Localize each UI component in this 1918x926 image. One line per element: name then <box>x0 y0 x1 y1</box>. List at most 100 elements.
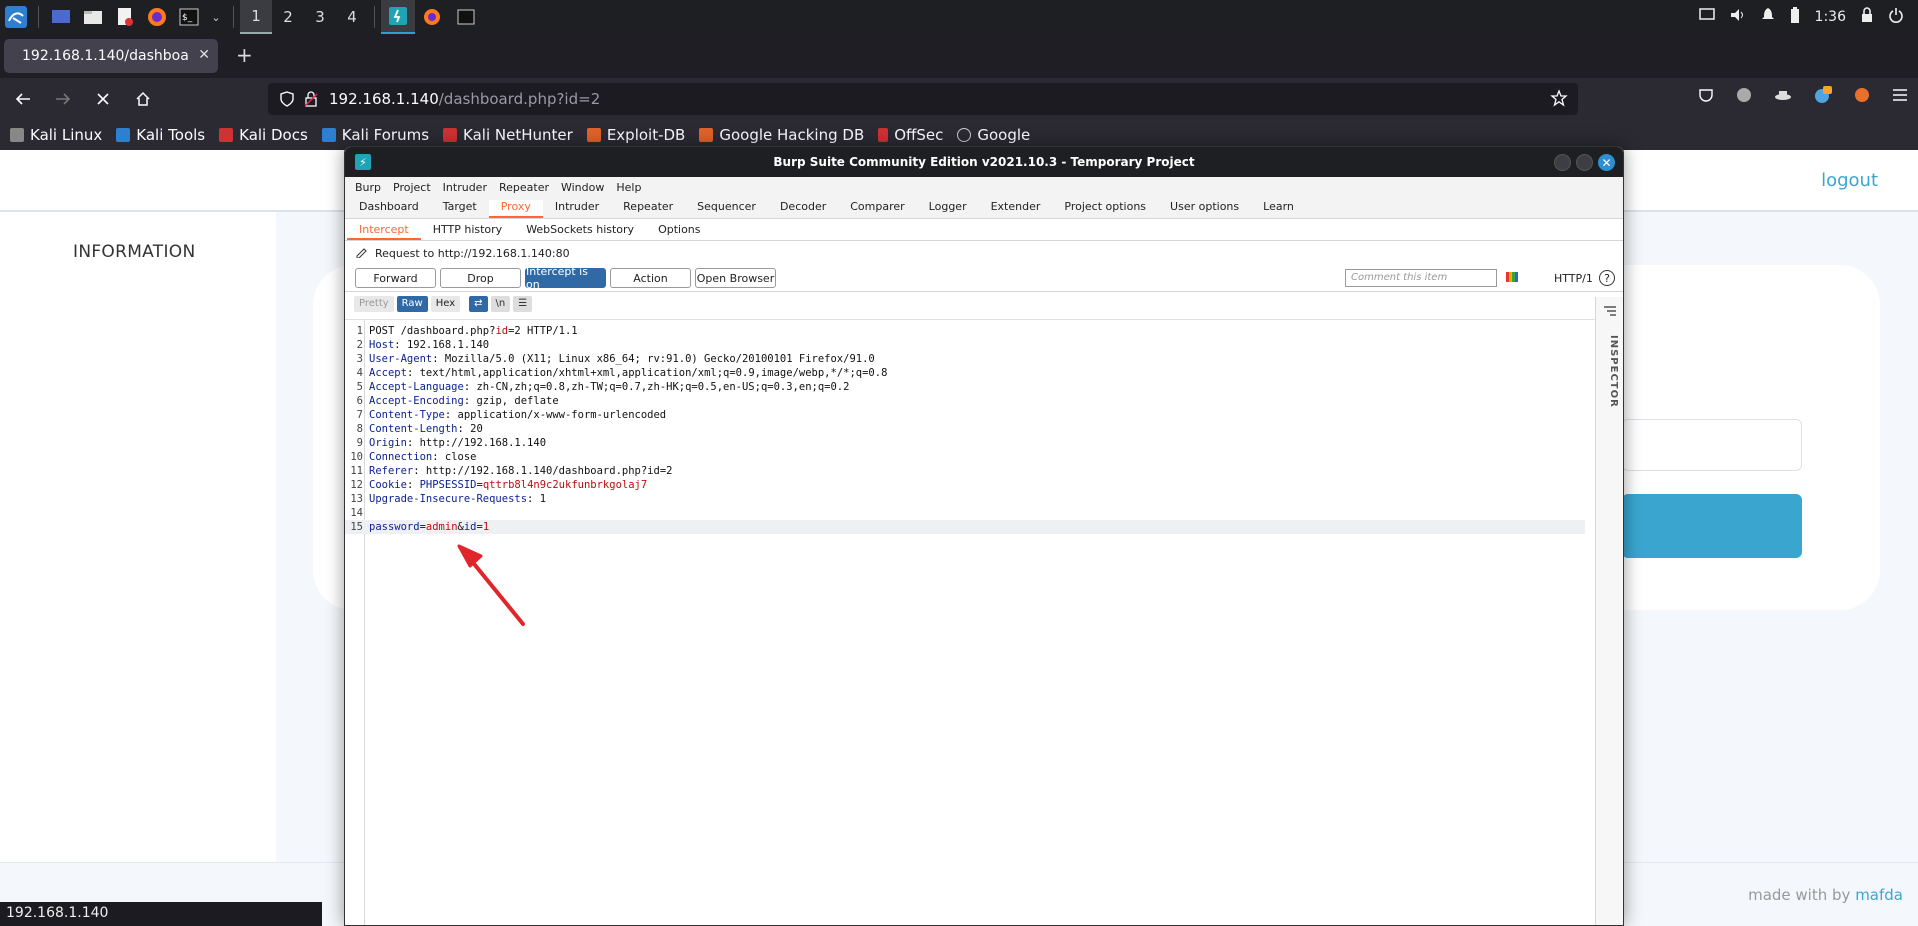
workspace-4[interactable]: 4 <box>336 0 368 34</box>
forward-button[interactable]: Forward <box>355 268 436 288</box>
open-browser-button[interactable]: Open Browser <box>695 268 776 288</box>
extension-globe-icon[interactable] <box>1736 87 1752 107</box>
close-icon[interactable]: ✕ <box>1598 154 1615 171</box>
menu-window[interactable]: Window <box>558 181 613 194</box>
hex-view-button[interactable]: Hex <box>430 295 461 312</box>
bookmark-kali-nethunter[interactable]: Kali NetHunter <box>443 126 573 144</box>
power-icon[interactable] <box>1888 7 1904 27</box>
menu-project[interactable]: Project <box>390 181 440 194</box>
comment-input[interactable]: Comment this item <box>1345 269 1497 287</box>
extension-badge-icon[interactable] <box>1814 86 1832 108</box>
submit-button[interactable] <box>1622 494 1802 558</box>
tab-proxy[interactable]: Proxy <box>488 200 543 218</box>
desktop-icon[interactable] <box>49 5 73 29</box>
menu-repeater[interactable]: Repeater <box>496 181 558 194</box>
battery-icon[interactable] <box>1789 6 1801 28</box>
display-icon[interactable] <box>1698 8 1715 26</box>
bookmark-google[interactable]: Google <box>957 126 1030 144</box>
password-input[interactable] <box>1622 419 1802 471</box>
request-editor[interactable]: 1 POST /dashboard.php?id=2 HTTP/1.1 2 Host:… <box>345 319 1595 925</box>
home-icon[interactable] <box>126 82 160 116</box>
tab-websockets-history[interactable]: WebSockets history <box>514 223 646 240</box>
bookmark-kali-docs[interactable]: Kali Docs <box>219 126 308 144</box>
inspector-label[interactable]: INSPECTOR <box>1608 335 1619 408</box>
tab-decoder[interactable]: Decoder <box>768 200 838 218</box>
tab-intercept[interactable]: Intercept <box>347 223 421 240</box>
firefox-task-icon[interactable] <box>415 0 449 34</box>
workspace-2[interactable]: 2 <box>272 0 304 34</box>
inspector-toggle-icon[interactable] <box>1604 305 1616 320</box>
minimize-icon[interactable] <box>1554 154 1571 171</box>
intercept-toggle-button[interactable]: Intercept is on <box>525 265 606 291</box>
bookmark-star-icon[interactable] <box>1550 89 1568 111</box>
tab-intruder[interactable]: Intruder <box>543 200 611 218</box>
bookmark-kali-linux[interactable]: Kali Linux <box>10 126 102 144</box>
lock-icon[interactable] <box>1860 7 1874 27</box>
tab-extender[interactable]: Extender <box>979 200 1053 218</box>
browser-tabstrip: 192.168.1.140/dashboard.p ✕ + <box>0 34 1918 78</box>
menu-burp[interactable]: Burp <box>352 181 390 194</box>
tab-comparer[interactable]: Comparer <box>838 200 916 218</box>
editor-menu-icon[interactable]: ☰ <box>513 295 533 312</box>
terminal-task-icon[interactable] <box>449 0 483 34</box>
tab-target[interactable]: Target <box>431 200 489 218</box>
drop-button[interactable]: Drop <box>440 268 521 288</box>
terminal-icon[interactable]: $_ <box>177 5 201 29</box>
tab-project-options[interactable]: Project options <box>1052 200 1158 218</box>
hamburger-menu-icon[interactable] <box>1892 88 1908 106</box>
show-newlines-button[interactable]: \n <box>490 295 511 312</box>
bookmark-kali-forums[interactable]: Kali Forums <box>321 126 429 144</box>
tab-sequencer[interactable]: Sequencer <box>685 200 768 218</box>
pocket-icon[interactable] <box>1698 87 1714 107</box>
pencil-icon[interactable] <box>355 246 367 261</box>
highlight-color-icon[interactable] <box>1505 271 1521 285</box>
workspace-1[interactable]: 1 <box>240 0 272 34</box>
firefox-icon[interactable] <box>145 5 169 29</box>
bookmark-kali-tools[interactable]: Kali Tools <box>116 126 205 144</box>
new-tab-icon[interactable]: + <box>236 43 253 67</box>
logout-link[interactable]: logout <box>1821 170 1878 191</box>
clock: 1:36 <box>1814 9 1846 25</box>
burp-titlebar[interactable]: ⚡ Burp Suite Community Edition v2021.10.… <box>345 147 1623 177</box>
maximize-icon[interactable] <box>1576 154 1593 171</box>
bookmark-google-hacking-db[interactable]: Google Hacking DB <box>699 126 864 144</box>
tab-user-options[interactable]: User options <box>1158 200 1251 218</box>
tab-dashboard[interactable]: Dashboard <box>347 200 431 218</box>
tab-learn[interactable]: Learn <box>1251 200 1306 218</box>
burp-task-icon[interactable] <box>381 0 415 34</box>
tab-logger[interactable]: Logger <box>917 200 979 218</box>
bookmark-exploit-db[interactable]: Exploit-DB <box>586 126 685 144</box>
footer-brand-link[interactable]: mafda <box>1855 886 1903 904</box>
shield-icon[interactable] <box>280 91 294 111</box>
action-button[interactable]: Action <box>610 268 691 288</box>
insecure-lock-icon[interactable] <box>304 91 318 111</box>
forward-arrow-icon[interactable] <box>46 82 80 116</box>
http-version-label[interactable]: HTTP/1 <box>1554 272 1593 285</box>
line-number: 11 <box>350 465 363 477</box>
extension-ball-icon[interactable] <box>1854 87 1870 107</box>
tab-http-history[interactable]: HTTP history <box>421 223 514 240</box>
notification-bell-icon[interactable] <box>1761 7 1775 27</box>
bookmark-offsec[interactable]: OffSec <box>878 126 943 144</box>
tab-repeater[interactable]: Repeater <box>611 200 685 218</box>
menu-intruder[interactable]: Intruder <box>440 181 496 194</box>
pretty-view-button[interactable]: Pretty <box>354 295 394 312</box>
line-number: 5 <box>356 381 363 393</box>
raw-view-button[interactable]: Raw <box>396 295 428 312</box>
close-icon[interactable]: ✕ <box>198 47 210 63</box>
extension-hat-icon[interactable] <box>1774 89 1792 105</box>
back-arrow-icon[interactable] <box>6 82 40 116</box>
text-editor-icon[interactable] <box>113 5 137 29</box>
url-bar[interactable]: 192.168.1.140/dashboard.php?id=2 <box>268 83 1578 115</box>
menu-help[interactable]: Help <box>613 181 650 194</box>
workspace-3[interactable]: 3 <box>304 0 336 34</box>
chevron-down-icon[interactable]: ⌄ <box>209 5 223 29</box>
file-manager-icon[interactable] <box>81 5 105 29</box>
tab-proxy-options[interactable]: Options <box>646 223 712 240</box>
volume-icon[interactable] <box>1729 7 1747 27</box>
wrap-lines-icon[interactable]: ⇄ <box>469 295 488 312</box>
browser-tab[interactable]: 192.168.1.140/dashboard.p ✕ <box>4 39 218 73</box>
help-icon[interactable]: ? <box>1599 270 1615 286</box>
kali-menu-icon[interactable] <box>4 5 28 29</box>
stop-loading-icon[interactable] <box>86 82 120 116</box>
